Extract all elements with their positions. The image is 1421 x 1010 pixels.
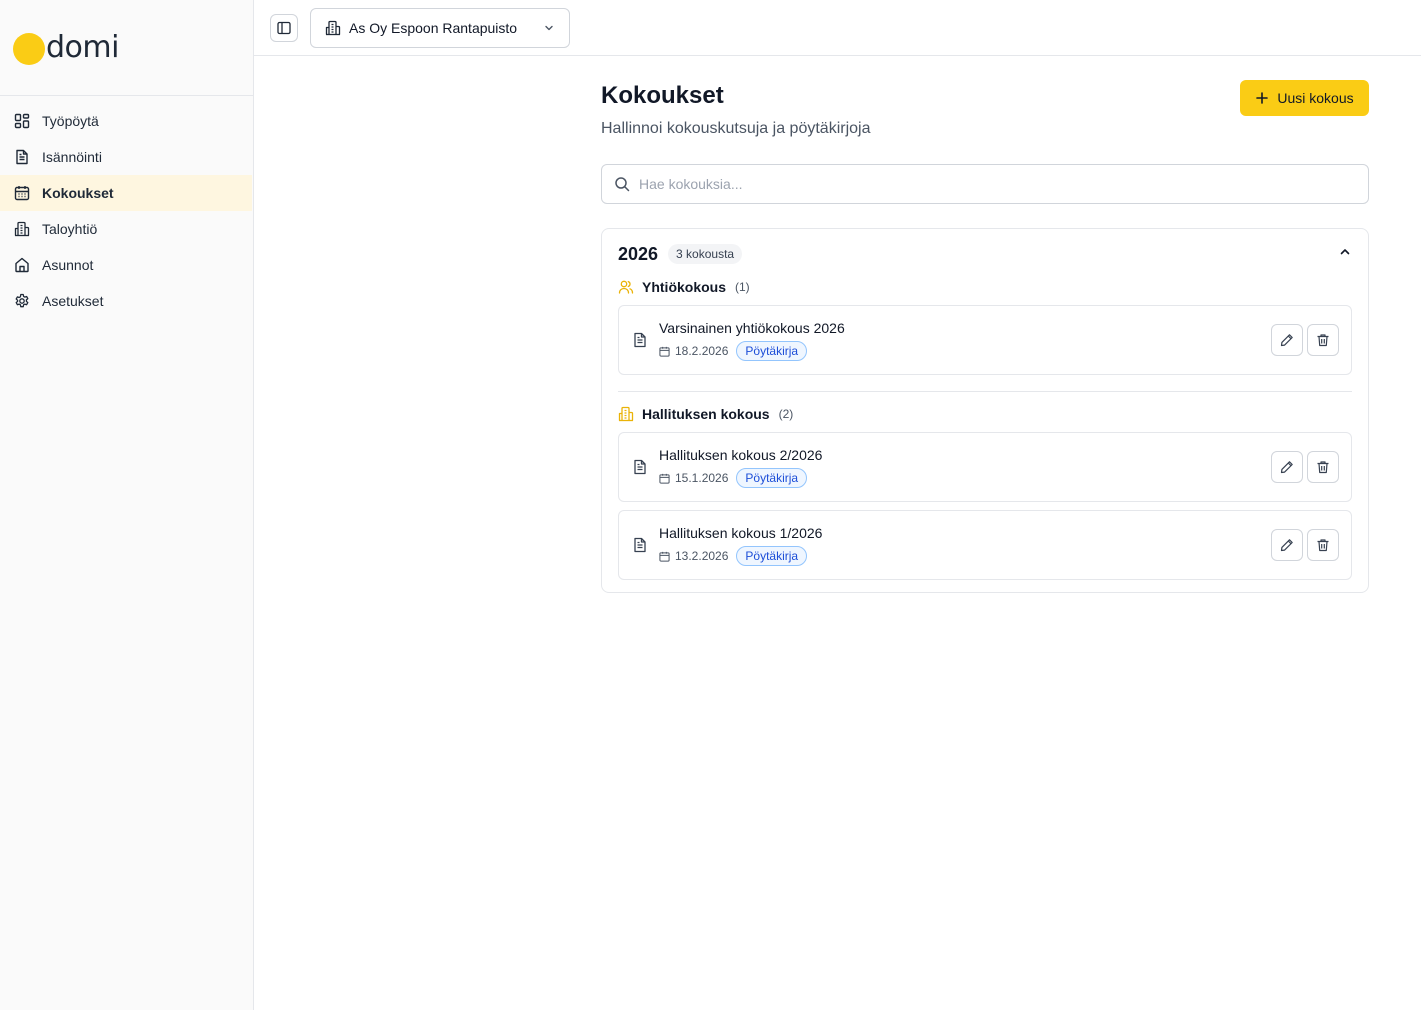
page-title: Kokoukset: [601, 82, 724, 109]
group-divider: [618, 391, 1352, 392]
logo-text: domi: [46, 29, 119, 65]
building-icon: [14, 221, 30, 237]
sidebar-item-label: Isännöinti: [42, 149, 102, 165]
meeting-title: Hallituksen kokous 1/2026: [659, 525, 823, 541]
company-select[interactable]: As Oy Espoon Rantapuisto: [310, 8, 570, 48]
calendar-icon: [659, 551, 670, 562]
search-icon: [614, 176, 630, 192]
group-header-yhtiokokous: Yhtiökokous (1): [618, 277, 750, 297]
sidebar-toggle-icon: [277, 21, 291, 35]
search-box: [601, 164, 1369, 204]
group-title: Yhtiökokous: [642, 279, 727, 295]
dashboard-icon: [14, 113, 30, 129]
calendar-icon: [659, 346, 670, 357]
delete-button[interactable]: [1307, 529, 1339, 561]
year-header: 2026 3 kokousta: [618, 243, 1352, 265]
year-section: 2026 3 kokousta Yhtiökokous (1) Varsinai…: [601, 228, 1369, 593]
group-count: (1): [735, 280, 750, 294]
sidebar-item-label: Asunnot: [42, 257, 94, 273]
document-icon: [14, 149, 30, 165]
group-header-hallituksen-kokous: Hallituksen kokous (2): [618, 404, 793, 424]
sidebar-item-isannointi[interactable]: Isännöinti: [0, 139, 252, 175]
calendar-icon: [659, 473, 670, 484]
plus-icon: [1255, 91, 1269, 105]
chevron-down-icon: [543, 22, 555, 34]
meeting-item[interactable]: Hallituksen kokous 1/2026 13.2.2026 Pöyt…: [618, 510, 1352, 580]
year-title: 2026: [618, 243, 659, 264]
sidebar-item-asunnot[interactable]: Asunnot: [0, 247, 252, 283]
users-icon: [618, 279, 634, 295]
company-select-label: As Oy Espoon Rantapuisto: [349, 20, 518, 36]
minutes-badge[interactable]: Pöytäkirja: [736, 341, 808, 361]
sidebar-nav: Työpöytä Isännöinti Kokoukset Taloyhtiö …: [0, 96, 253, 319]
minutes-badge[interactable]: Pöytäkirja: [736, 546, 808, 566]
meeting-meta: 13.2.2026 Pöytäkirja: [659, 546, 808, 566]
minutes-badge[interactable]: Pöytäkirja: [736, 468, 808, 488]
sidebar-item-taloyhtio[interactable]: Taloyhtiö: [0, 211, 252, 247]
sidebar-item-label: Työpöytä: [42, 113, 99, 129]
calendar-icon: [14, 185, 30, 201]
logo-dot: [13, 33, 45, 65]
logo[interactable]: domi: [0, 0, 253, 96]
gear-icon: [14, 293, 30, 309]
document-icon: [632, 537, 648, 553]
sidebar-item-tyopoyta[interactable]: Työpöytä: [0, 103, 252, 139]
group-title: Hallituksen kokous: [642, 406, 770, 422]
meeting-title: Varsinainen yhtiökokous 2026: [659, 320, 845, 336]
meeting-title: Hallituksen kokous 2/2026: [659, 447, 823, 463]
new-meeting-button[interactable]: Uusi kokous: [1240, 80, 1369, 116]
pencil-icon: [1280, 461, 1293, 474]
sidebar-item-label: Asetukset: [42, 293, 104, 309]
edit-button[interactable]: [1271, 451, 1303, 483]
sidebar-item-asetukset[interactable]: Asetukset: [0, 283, 252, 319]
trash-icon: [1317, 461, 1329, 474]
delete-button[interactable]: [1307, 451, 1339, 483]
document-icon: [632, 332, 648, 348]
sidebar: domi Työpöytä Isännöinti Kokoukset Taloy…: [0, 0, 254, 1010]
page-subtitle: Hallinnoi kokouskutsuja ja pöytäkirjoja: [601, 120, 871, 137]
topbar: As Oy Espoon Rantapuisto: [254, 0, 1421, 56]
meeting-meta: 15.1.2026 Pöytäkirja: [659, 468, 808, 488]
sidebar-item-kokoukset[interactable]: Kokoukset: [0, 175, 252, 211]
meeting-item[interactable]: Hallituksen kokous 2/2026 15.1.2026 Pöyt…: [618, 432, 1352, 502]
edit-button[interactable]: [1271, 529, 1303, 561]
sidebar-item-label: Taloyhtiö: [42, 221, 98, 237]
meeting-meta: 18.2.2026 Pöytäkirja: [659, 341, 808, 361]
pencil-icon: [1280, 539, 1293, 552]
meeting-count-badge: 3 kokousta: [668, 244, 743, 264]
group-count: (2): [778, 407, 794, 421]
building-icon: [618, 406, 634, 422]
trash-icon: [1317, 539, 1329, 552]
search-input[interactable]: [639, 176, 1339, 192]
meeting-date: 13.2.2026: [675, 549, 729, 563]
document-icon: [632, 459, 648, 475]
trash-icon: [1317, 334, 1329, 347]
meeting-date: 15.1.2026: [675, 471, 729, 485]
chevron-up-icon: [1340, 249, 1350, 255]
meeting-date: 18.2.2026: [675, 344, 729, 358]
home-icon: [14, 257, 30, 273]
sidebar-item-label: Kokoukset: [42, 185, 114, 201]
sidebar-toggle-button[interactable]: [270, 14, 298, 42]
meeting-item[interactable]: Varsinainen yhtiökokous 2026 18.2.2026 P…: [618, 305, 1352, 375]
building-icon: [325, 20, 341, 36]
edit-button[interactable]: [1271, 324, 1303, 356]
pencil-icon: [1280, 334, 1293, 347]
new-meeting-label: Uusi kokous: [1277, 90, 1354, 106]
collapse-button[interactable]: [1338, 245, 1352, 259]
delete-button[interactable]: [1307, 324, 1339, 356]
